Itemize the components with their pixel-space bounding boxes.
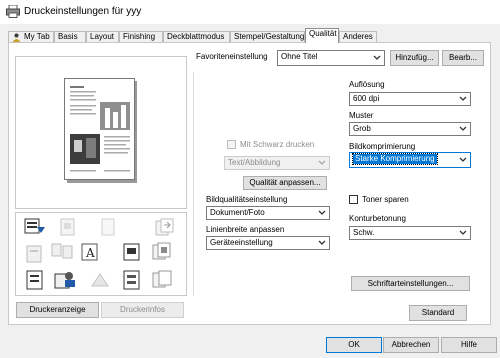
- multi-page-icon: [51, 243, 73, 259]
- line-width-value: Geräteeinstellung: [210, 238, 273, 247]
- font-icon: A: [81, 243, 98, 261]
- line-width-select[interactable]: Geräteeinstellung: [206, 236, 330, 250]
- tab-label: Finishing: [123, 32, 156, 41]
- tab-qualitaet[interactable]: Qualität: [305, 28, 339, 43]
- svg-text:A: A: [85, 246, 95, 260]
- compression-value: Starke Komprimierung: [352, 153, 438, 165]
- help-button[interactable]: Hilfe: [441, 337, 497, 353]
- cancel-button[interactable]: Abbrechen: [383, 337, 439, 353]
- toner-save-checkbox[interactable]: [349, 195, 358, 204]
- booklet-icon: [26, 245, 42, 263]
- add-favorite-button[interactable]: Hinzufüg...: [390, 50, 439, 66]
- chevron-down-icon: [459, 230, 467, 235]
- image-quality-label: Bildqualitätseinstellung: [206, 195, 288, 204]
- tab-label: Deckblattmodus: [167, 32, 225, 41]
- ok-button[interactable]: OK: [326, 337, 382, 353]
- button-label: Druckeranzeige: [29, 305, 86, 314]
- button-label: Abbrechen: [391, 340, 431, 349]
- tab-label: Anderes: [343, 32, 373, 41]
- pattern-label: Muster: [349, 111, 374, 120]
- bw-print-checkbox[interactable]: [227, 140, 236, 149]
- device-icon-panel: A: [15, 212, 187, 296]
- watermark-icon: [91, 273, 109, 287]
- chevron-down-icon: [318, 160, 326, 165]
- contour-select[interactable]: Schw.: [349, 226, 471, 240]
- contour-label: Konturbetonung: [349, 214, 406, 223]
- chevron-down-icon: [459, 96, 467, 101]
- button-label: Hilfe: [460, 340, 477, 349]
- favorites-select[interactable]: Ohne Titel: [277, 50, 385, 66]
- chevron-down-icon: [318, 210, 326, 215]
- chevron-down-icon: [459, 157, 467, 162]
- button-label: Standard: [421, 308, 455, 317]
- tab-label: Basis: [58, 32, 78, 41]
- toner-save-label: Toner sparen: [362, 195, 409, 204]
- bw-print-label: Mit Schwarz drucken: [240, 140, 315, 149]
- pattern-value: Grob: [353, 124, 371, 133]
- chevron-down-icon: [373, 55, 381, 60]
- quality-adjust-button[interactable]: Qualität anpassen...: [243, 176, 327, 190]
- tab-label: Qualität: [309, 29, 337, 38]
- button-label: Bearb...: [448, 53, 477, 62]
- button-label: Hinzufüg...: [395, 53, 434, 62]
- copy-document-icon: [155, 218, 174, 236]
- resolution-select[interactable]: 600 dpi: [349, 92, 471, 106]
- pattern-select[interactable]: Grob: [349, 122, 471, 136]
- standard-button[interactable]: Standard: [409, 305, 467, 321]
- title-bar: Druckeinstellungen für yyy: [0, 0, 500, 24]
- document-preview-icon: [64, 78, 137, 183]
- printer-info-button[interactable]: Druckerinfos: [101, 302, 184, 318]
- resolution-value: 600 dpi: [353, 94, 380, 103]
- printer-icon: [6, 5, 20, 18]
- image-quality-select[interactable]: Dokument/Foto: [206, 206, 330, 220]
- font-settings-button[interactable]: Schriftarteinstellungen...: [351, 276, 470, 291]
- resolution-label: Auflösung: [349, 80, 385, 89]
- line-width-label: Linienbreite anpassen: [206, 225, 285, 234]
- tab-label: Stempel/Gestaltung: [234, 32, 305, 41]
- favorites-value: Ohne Titel: [281, 52, 318, 61]
- button-label: Qualität anpassen...: [249, 178, 321, 187]
- page-preview: [15, 56, 187, 209]
- button-label: Druckerinfos: [120, 305, 165, 314]
- button-label: Schriftarteinstellungen...: [367, 279, 454, 288]
- image-quality-value: Dokument/Foto: [210, 208, 265, 217]
- print-layout-icon: [123, 243, 140, 261]
- favorites-label: Favoriteneinstellung: [196, 52, 268, 61]
- tab-label: My Tab: [24, 32, 50, 41]
- overlay-icon: [152, 270, 172, 288]
- edit-favorite-button[interactable]: Bearb...: [442, 50, 484, 66]
- text-image-select[interactable]: Text/Abbildung: [224, 156, 330, 170]
- chevron-down-icon: [318, 240, 326, 245]
- user-stamp-icon: [54, 272, 75, 289]
- person-icon: [12, 33, 21, 42]
- compression-select[interactable]: Starke Komprimierung: [349, 152, 471, 168]
- printer-view-button[interactable]: Druckeranzeige: [16, 302, 99, 318]
- text-image-value: Text/Abbildung: [228, 158, 281, 167]
- document-stack-icon: [152, 242, 171, 260]
- contour-value: Schw.: [353, 228, 375, 237]
- chevron-down-icon: [459, 126, 467, 131]
- divider: [193, 72, 194, 296]
- page-icon: [101, 218, 115, 236]
- button-label: OK: [348, 340, 360, 349]
- settings-page-icon: [26, 270, 43, 290]
- paper-tray-icon: [24, 218, 45, 234]
- window-title: Druckeinstellungen für yyy: [24, 6, 142, 17]
- staple-icon: [60, 218, 75, 236]
- page-number-icon: [123, 270, 140, 290]
- tab-label: Layout: [90, 32, 115, 41]
- compression-label: Bildkomprimierung: [349, 142, 416, 151]
